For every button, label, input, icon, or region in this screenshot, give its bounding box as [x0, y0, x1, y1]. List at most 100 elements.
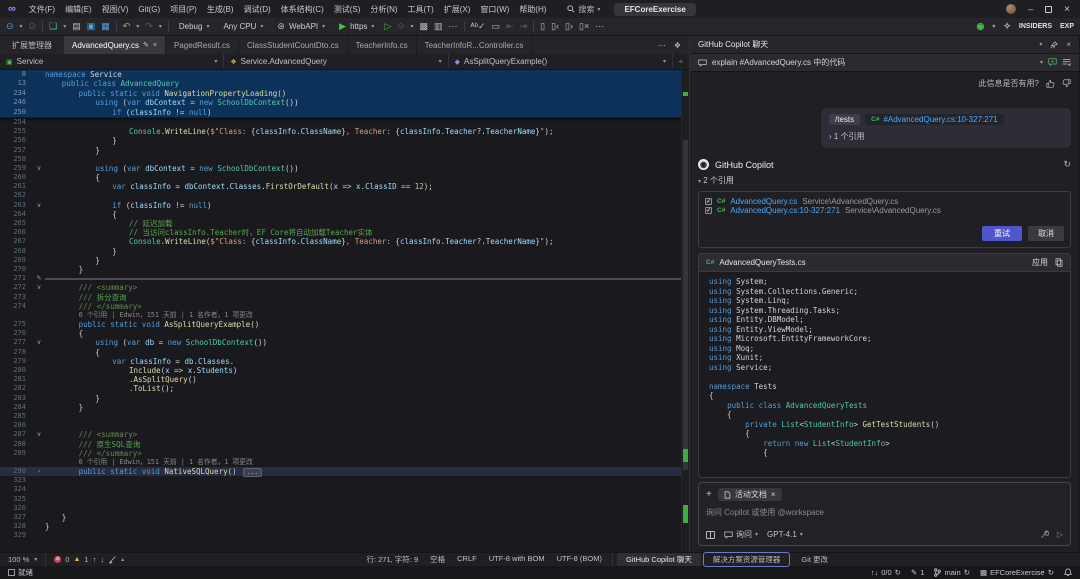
file-reference-chip[interactable]: C# #AdvancedQuery.cs:10-327:271	[865, 114, 1003, 125]
pending-changes[interactable]: ✎1	[911, 568, 924, 577]
type-dropdown[interactable]: ❖ Service.AdvancedQuery▾	[224, 54, 448, 69]
indent-increase-icon[interactable]: ⇥	[520, 22, 528, 31]
menu-item[interactable]: 项目(P)	[165, 3, 202, 16]
code-line[interactable]: 327}	[0, 513, 681, 522]
model-dropdown[interactable]: GPT-4.1▾	[767, 530, 803, 539]
tab-overflow-icon[interactable]: ⋯	[658, 41, 666, 50]
split-editor-icon[interactable]: ÷	[673, 54, 689, 69]
spell-check-icon[interactable]: ᴬᵇ✓	[471, 22, 486, 31]
fold-toggle-icon[interactable]: ∨	[33, 338, 45, 347]
menu-item[interactable]: 生成(B)	[202, 3, 239, 16]
code-line[interactable]: 278{	[0, 348, 681, 357]
line-ending[interactable]: CRLF	[457, 554, 477, 565]
tab-options-icon[interactable]: ❖	[674, 41, 681, 50]
chat-input-placeholder[interactable]: 询问 Copilot 或使用 @workspace	[706, 507, 1063, 529]
code-line[interactable]: 276{	[0, 329, 681, 338]
bookmark-prev-icon[interactable]: ▯‹	[551, 22, 559, 31]
user-avatar[interactable]	[1006, 4, 1016, 14]
copilot-status-icon[interactable]: ◉	[977, 22, 985, 31]
fold-toggle-icon[interactable]: ›	[33, 467, 45, 476]
code-line[interactable]: 269}	[0, 256, 681, 265]
menu-item[interactable]: 工具(T)	[403, 3, 439, 16]
references-expander[interactable]: ▾ 2 个引用	[698, 175, 1071, 186]
start-debug-button[interactable]: ▶https▾	[335, 21, 378, 32]
project-dropdown[interactable]: ▣ Service▾	[0, 54, 224, 69]
code-line[interactable]: 290›public static void NativeSQLQuery() …	[0, 467, 681, 476]
undo-dropdown-icon[interactable]: ▾	[136, 23, 139, 30]
copilot-dropdown-icon[interactable]: ▾	[992, 23, 995, 30]
panel-tab[interactable]: GitHub Copilot 聊天	[617, 553, 701, 566]
code-line[interactable]: 254	[0, 118, 681, 127]
code-line[interactable]: 277∨using (var db = new SchoolDbContext(…	[0, 338, 681, 347]
menu-item[interactable]: 分析(N)	[365, 3, 402, 16]
codelens-row[interactable]: 0 个引用 | Edwin，151 天前 | 1 名作者，1 项更改	[0, 311, 681, 320]
code-cleanup-icon[interactable]	[108, 555, 117, 564]
code-line[interactable]: 283}	[0, 394, 681, 403]
code-line[interactable]: 271✎	[0, 274, 681, 283]
add-context-button[interactable]: +	[706, 489, 712, 500]
notifications-bell-icon[interactable]	[1064, 568, 1072, 577]
code-line[interactable]: 262	[0, 191, 681, 200]
editor-layout-icon[interactable]: ▥	[434, 22, 443, 31]
code-line[interactable]: 264{	[0, 210, 681, 219]
thumbs-up-icon[interactable]	[1046, 79, 1055, 88]
layout-toggle-icon[interactable]	[706, 531, 715, 539]
start-without-debug-icon[interactable]: ▷	[384, 22, 391, 31]
code-line[interactable]: 234public static void NavigationProperty…	[0, 89, 681, 98]
search-box[interactable]: 搜索 ▾	[567, 4, 600, 15]
history-list-icon[interactable]	[1062, 58, 1071, 67]
code-line[interactable]: 268}	[0, 247, 681, 256]
chevron-down-icon[interactable]: ▾	[1040, 59, 1043, 66]
indent-mode[interactable]: 空格	[430, 554, 445, 565]
regenerate-icon[interactable]: ↻	[1063, 159, 1071, 170]
code-line[interactable]: 288/// 原生SQL查询	[0, 440, 681, 449]
code-line[interactable]: 261var classInfo = dbContext.Classes.Fir…	[0, 182, 681, 191]
code-line[interactable]: 270}	[0, 265, 681, 274]
sticky-scroll[interactable]: 8namespace Service13public class Advance…	[0, 70, 681, 118]
code-line[interactable]: 260{	[0, 173, 681, 182]
code-line[interactable]: 250if (classInfo != null)	[0, 108, 681, 117]
close-button[interactable]: ×	[1064, 4, 1070, 15]
bookmark-clear-icon[interactable]: ▯×	[579, 22, 589, 31]
bookmark-icon[interactable]: ▯	[540, 22, 545, 31]
send-icon[interactable]: ▷	[1057, 530, 1063, 539]
code-line[interactable]: 273/// 拆分查询	[0, 293, 681, 302]
menu-item[interactable]: Git(G)	[133, 3, 165, 16]
document-tab[interactable]: ClassStudentCountDto.cs	[239, 36, 348, 54]
pin-icon[interactable]	[1050, 41, 1058, 49]
code-line[interactable]: 275public static void AsSplitQueryExampl…	[0, 320, 681, 329]
caret-position[interactable]: 行: 271, 字符: 9	[366, 554, 418, 565]
git-sync-status[interactable]: ↑↓0/0↻	[871, 568, 901, 577]
code-editor[interactable]: 8namespace Service13public class Advance…	[0, 70, 689, 552]
code-line[interactable]: 286	[0, 421, 681, 430]
configuration-dropdown[interactable]: Debug▾	[175, 21, 214, 32]
new-dropdown-icon[interactable]: ▾	[63, 23, 66, 30]
encoding-alt[interactable]: UTF-8 (BOM)	[557, 554, 602, 565]
retry-button[interactable]: 重试	[982, 226, 1022, 241]
save-icon[interactable]: ▣	[87, 22, 96, 31]
find-in-files-icon[interactable]: ▩	[419, 22, 428, 31]
solution-name-chip[interactable]: EFCoreExercise	[614, 3, 695, 16]
menu-item[interactable]: 扩展(X)	[439, 3, 476, 16]
git-branch[interactable]: main↻	[934, 568, 970, 577]
toolbar-overflow-icon[interactable]: ⋯	[449, 22, 458, 31]
document-tab[interactable]: TeacherInfo.cs	[348, 36, 417, 54]
reference-link[interactable]: AdvancedQuery.cs	[730, 197, 797, 206]
code-line[interactable]: 326	[0, 504, 681, 513]
back-dropdown-icon[interactable]: ▾	[20, 23, 23, 30]
restore-button[interactable]	[1045, 6, 1052, 13]
window-position-dropdown-icon[interactable]: ▾	[1039, 41, 1042, 48]
reference-link[interactable]: AdvancedQuery.cs:10-327:271	[730, 206, 840, 215]
menu-item[interactable]: 测试(S)	[329, 3, 366, 16]
collapsed-region-box[interactable]: ...	[243, 468, 262, 477]
close-panel-icon[interactable]: ×	[1066, 40, 1071, 49]
comment-icon[interactable]: ▭	[492, 22, 501, 31]
code-line[interactable]: 328}	[0, 522, 681, 531]
panel-tab[interactable]: Git 更改	[792, 553, 837, 566]
code-line[interactable]: 255Console.WriteLine($"Class: {classInfo…	[0, 127, 681, 136]
document-tab[interactable]: AdvancedQuery.cs✎×	[64, 36, 166, 54]
bookmark-next-icon[interactable]: ▯›	[565, 22, 573, 31]
indent-decrease-icon[interactable]: ⇤	[506, 22, 514, 31]
code-line[interactable]: 267Console.WriteLine($"Class: {classInfo…	[0, 237, 681, 246]
problems-summary[interactable]: ⊘ 0 ▲ 1 ↑ ↓ ▴	[46, 555, 132, 564]
